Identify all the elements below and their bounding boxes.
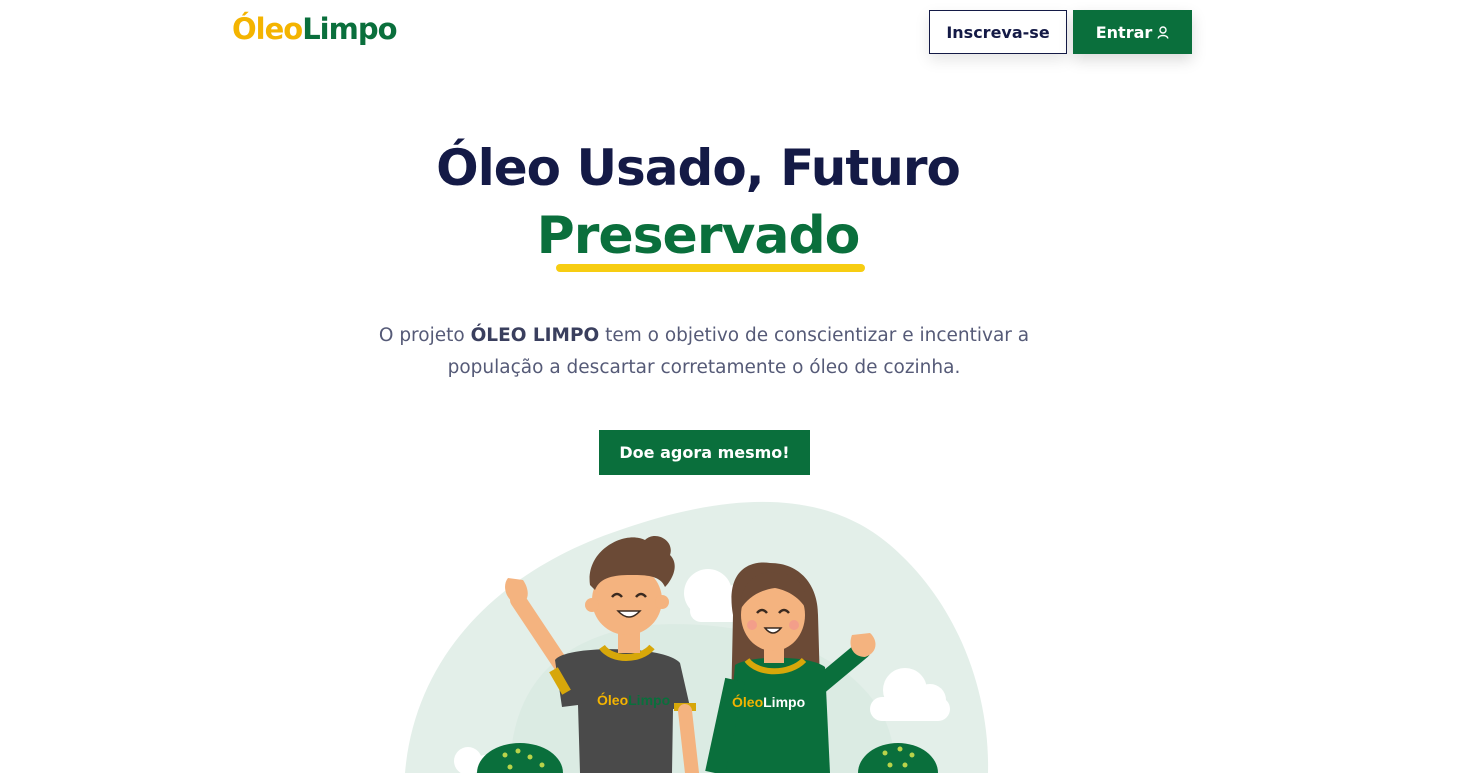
donate-button[interactable]: Doe agora mesmo! <box>599 430 810 475</box>
desc-brand: ÓLEO LIMPO <box>470 325 600 346</box>
user-icon <box>1157 25 1169 39</box>
login-button[interactable]: Entrar <box>1073 10 1192 54</box>
logo[interactable]: ÓleoLimpo <box>232 12 398 46</box>
hero-title-line1: Óleo Usado, Futuro <box>436 139 961 197</box>
hero-title-line2: Preservado <box>536 206 861 266</box>
logo-oleo: Óleo <box>232 12 303 46</box>
hero-description: O projeto ÓLEO LIMPO tem o objetivo de c… <box>354 320 1054 384</box>
signup-button[interactable]: Inscreva-se <box>929 10 1067 54</box>
svg-text:ÓleoLimpo: ÓleoLimpo <box>597 691 670 708</box>
logo-limpo: Limpo <box>302 12 397 46</box>
hero-illustration: ÓleoLimpo ÓleoLimpo <box>405 501 989 773</box>
title-underline <box>556 264 865 272</box>
svg-text:ÓleoLimpo: ÓleoLimpo <box>732 693 805 710</box>
signup-label: Inscreva-se <box>946 22 1050 42</box>
desc-prefix: O projeto <box>378 325 471 346</box>
login-label: Entrar <box>1095 22 1153 42</box>
donate-label: Doe agora mesmo! <box>619 443 790 462</box>
